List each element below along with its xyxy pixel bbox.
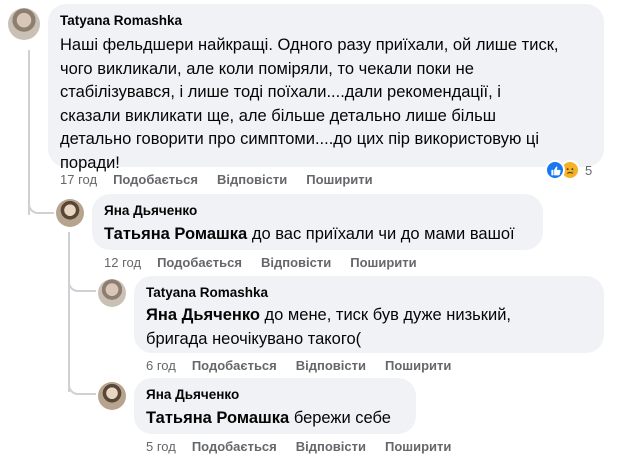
reply-button[interactable]: Відповісти bbox=[261, 255, 331, 270]
avatar-tatyana[interactable] bbox=[98, 279, 126, 307]
thread-line-branch-2 bbox=[68, 278, 96, 292]
like-button[interactable]: Подобається bbox=[157, 255, 242, 270]
comment-actions-3: 6 год Подобається Відповісти Поширити bbox=[146, 356, 470, 374]
comment-line: стабілізувався, і лише тоді поїхали....д… bbox=[60, 83, 501, 101]
thread-line-main bbox=[28, 50, 30, 215]
like-icon bbox=[545, 160, 565, 180]
comment-bubble-4: Яна Дьяченко Татьяна Ромашка бережи себе bbox=[134, 378, 416, 434]
share-button[interactable]: Поширити bbox=[306, 172, 372, 187]
comment-body: до мене, тиск був дуже низький, bbox=[259, 306, 512, 324]
comment-actions-2: 12 год Подобається Відповісти Поширити bbox=[104, 253, 436, 271]
reply-button[interactable]: Відповісти bbox=[217, 172, 287, 187]
comment-bubble-3: Tatyana Romashka Яна Дьяченко до мене, т… bbox=[134, 276, 604, 353]
comment-text: Татьяна Ромашка до вас приїхали чи до ма… bbox=[104, 223, 531, 247]
thread-line-sub bbox=[68, 232, 70, 392]
comment-body: бережи себе bbox=[289, 409, 391, 427]
comment-author[interactable]: Яна Дьяченко bbox=[104, 202, 531, 220]
thread-line-branch-3 bbox=[68, 381, 96, 395]
share-button[interactable]: Поширити bbox=[385, 358, 451, 373]
reaction-count: 5 bbox=[585, 162, 593, 178]
reply-button[interactable]: Відповісти bbox=[296, 358, 366, 373]
comment-body: до вас приїхали чи до мами вашої bbox=[247, 225, 515, 243]
comment-line: детально говорити про симптоми....до цих… bbox=[60, 130, 540, 148]
avatar-tatyana[interactable] bbox=[8, 8, 40, 40]
timestamp[interactable]: 6 год bbox=[146, 358, 176, 373]
like-button[interactable]: Подобається bbox=[113, 172, 198, 187]
timestamp[interactable]: 12 год bbox=[104, 255, 141, 270]
share-button[interactable]: Поширити bbox=[385, 439, 451, 454]
share-button[interactable]: Поширити bbox=[350, 255, 416, 270]
reply-button[interactable]: Відповісти bbox=[296, 439, 366, 454]
comment-bubble-1: Tatyana Romashka Наші фельдшери найкращі… bbox=[48, 4, 604, 172]
timestamp[interactable]: 17 год bbox=[60, 172, 97, 187]
comment-body-line2: бригада неочікувано такого( bbox=[146, 329, 362, 348]
comment-line: Наші фельдшери найкращі. Одного разу при… bbox=[60, 36, 559, 54]
comment-author[interactable]: Яна Дьяченко bbox=[146, 386, 404, 404]
mention-link[interactable]: Татьяна Ромашка bbox=[104, 225, 247, 243]
mention-link[interactable]: Яна Дьяченко bbox=[146, 306, 260, 324]
mention-link[interactable]: Татьяна Ромашка bbox=[146, 409, 289, 427]
comment-line: сказали викликати ще, але більше детальн… bbox=[60, 106, 496, 125]
comment-text: Яна Дьяченко до мене, тиск був дуже низь… bbox=[146, 304, 592, 351]
comment-actions-4: 5 год Подобається Відповісти Поширити bbox=[146, 437, 470, 455]
comment-author[interactable]: Tatyana Romashka bbox=[60, 12, 592, 30]
comment-author[interactable]: Tatyana Romashka bbox=[146, 284, 592, 302]
comment-actions-1: 17 год Подобається Відповісти Поширити bbox=[60, 170, 392, 188]
avatar-yana[interactable] bbox=[56, 199, 84, 227]
comment-bubble-2: Яна Дьяченко Татьяна Ромашка до вас приї… bbox=[92, 194, 543, 250]
timestamp[interactable]: 5 год bbox=[146, 439, 176, 454]
thread-line-branch-1 bbox=[28, 200, 54, 214]
like-button[interactable]: Подобається bbox=[192, 439, 277, 454]
comment-text: Наші фельдшери найкращі. Одного разу при… bbox=[60, 34, 592, 175]
reaction-summary[interactable]: 5 bbox=[545, 159, 592, 181]
comment-line: чого викликали, але коли поміряли, то че… bbox=[60, 59, 474, 78]
like-button[interactable]: Подобається bbox=[192, 358, 277, 373]
comment-text: Татьяна Ромашка бережи себе bbox=[146, 407, 404, 431]
avatar-yana[interactable] bbox=[98, 382, 126, 410]
